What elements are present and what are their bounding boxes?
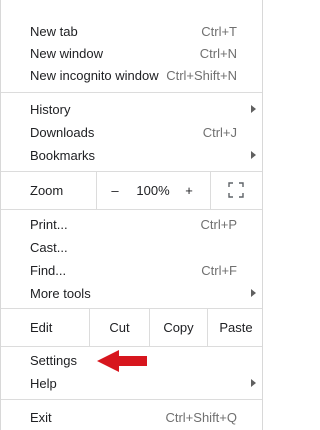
zoom-out-button[interactable]: – xyxy=(103,171,127,209)
zoom-in-button[interactable]: + xyxy=(177,171,201,209)
menu-item-label: New tab xyxy=(30,23,78,39)
zoom-label: Zoom xyxy=(30,182,64,198)
menu-separator xyxy=(1,92,262,93)
menu-item-label: Print... xyxy=(30,216,68,232)
menu-item-shortcut: Ctrl+Shift+N xyxy=(166,67,237,83)
paste-button[interactable]: Paste xyxy=(208,308,264,346)
menu-item-label: More tools xyxy=(30,285,91,301)
edit-label: Edit xyxy=(30,319,53,335)
menu-item-label: Cast... xyxy=(30,239,68,255)
menu-item-downloads[interactable]: Downloads Ctrl+J xyxy=(1,121,262,143)
menu-item-label: New incognito window xyxy=(30,67,159,83)
zoom-row: Zoom – 100% + xyxy=(1,171,262,209)
chrome-main-menu: New tab Ctrl+T New window Ctrl+N New inc… xyxy=(0,0,263,430)
copy-button[interactable]: Copy xyxy=(150,308,207,346)
red-arrow-icon xyxy=(97,350,147,372)
menu-item-more-tools[interactable]: More tools xyxy=(1,282,262,304)
menu-item-find[interactable]: Find... Ctrl+F xyxy=(1,259,262,281)
menu-item-label: Help xyxy=(30,375,57,391)
menu-item-shortcut: Ctrl+F xyxy=(201,262,237,278)
submenu-arrow-icon xyxy=(251,379,256,387)
menu-item-new-incognito-window[interactable]: New incognito window Ctrl+Shift+N xyxy=(1,64,262,86)
menu-item-help[interactable]: Help xyxy=(1,372,262,394)
menu-item-new-window[interactable]: New window Ctrl+N xyxy=(1,42,262,64)
submenu-arrow-icon xyxy=(251,151,256,159)
zoom-level: 100% xyxy=(136,182,170,198)
menu-item-cast[interactable]: Cast... xyxy=(1,236,262,258)
submenu-arrow-icon xyxy=(251,105,256,113)
menu-item-shortcut: Ctrl+N xyxy=(199,45,237,61)
menu-item-label: Settings xyxy=(30,352,77,368)
menu-item-label: Bookmarks xyxy=(30,147,96,163)
cut-button[interactable]: Cut xyxy=(90,308,149,346)
menu-item-shortcut: Ctrl+J xyxy=(202,124,237,140)
edit-row: Edit Cut Copy Paste xyxy=(1,308,262,346)
zoom-divider xyxy=(96,171,97,209)
menu-item-label: Find... xyxy=(30,262,67,278)
menu-item-history[interactable]: History xyxy=(1,98,262,120)
menu-item-label: Exit xyxy=(30,409,52,425)
menu-item-label: History xyxy=(30,101,71,117)
menu-item-shortcut: Ctrl+Shift+Q xyxy=(165,409,237,425)
menu-item-shortcut: Ctrl+P xyxy=(200,216,237,232)
menu-item-bookmarks[interactable]: Bookmarks xyxy=(1,144,262,166)
menu-separator xyxy=(1,209,262,210)
menu-separator xyxy=(1,346,262,347)
menu-item-print[interactable]: Print... Ctrl+P xyxy=(1,213,262,235)
fullscreen-icon[interactable] xyxy=(228,182,244,198)
menu-separator xyxy=(1,399,262,400)
submenu-arrow-icon xyxy=(251,289,256,297)
menu-item-exit[interactable]: Exit Ctrl+Shift+Q xyxy=(1,406,262,428)
zoom-divider xyxy=(210,171,211,209)
menu-item-new-tab[interactable]: New tab Ctrl+T xyxy=(1,20,262,42)
menu-item-shortcut: Ctrl+T xyxy=(201,23,237,39)
menu-item-label: New window xyxy=(30,45,103,61)
menu-item-label: Downloads xyxy=(30,124,95,140)
